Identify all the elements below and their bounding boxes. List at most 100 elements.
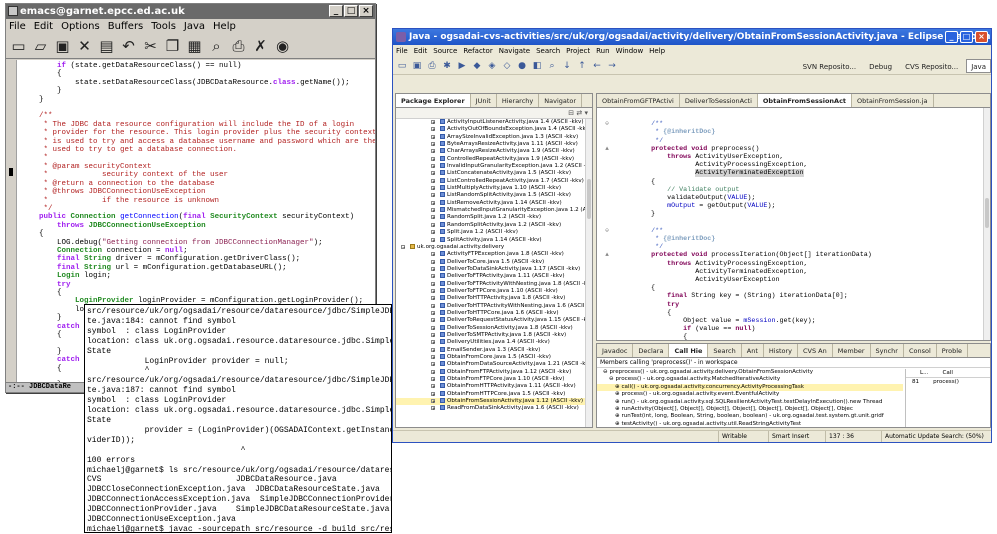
save-icon[interactable]: ▣ bbox=[411, 60, 423, 72]
expand-toggle-icon[interactable]: + bbox=[431, 156, 435, 161]
tree-item[interactable]: + ActivityInputListenerActivity.java 1.4 … bbox=[396, 119, 592, 126]
tree-item[interactable]: + EmailSender.java 1.3 (ASCII -kkv) bbox=[396, 346, 592, 354]
call-hierarchy-item[interactable]: ⊖ process() - uk.org.ogsadai.activity.Ma… bbox=[597, 376, 903, 383]
tree-item[interactable]: + DeliveryUtilities.java 1.4 (ASCII -kkv) bbox=[396, 339, 592, 346]
editor-tab[interactable]: DeliverToSessionActi bbox=[680, 94, 758, 107]
call-hierarchy-item[interactable]: ⊖ preprocess() - uk.org.ogsadai.activity… bbox=[597, 369, 903, 376]
close-buffer-icon[interactable]: ✕ bbox=[75, 37, 94, 56]
tree-item[interactable]: + ObtainFromFTPCore.java 1.10 (ASCII -kkv… bbox=[396, 376, 592, 383]
preferences-icon[interactable]: ✗ bbox=[251, 37, 270, 56]
call-hierarchy-item[interactable]: ⊕ run() - uk.org.ogsadai.activity.sql.SQ… bbox=[597, 399, 903, 406]
collapse-all-icon[interactable]: ⊟ bbox=[568, 109, 574, 117]
new-class-icon[interactable]: ● bbox=[516, 60, 528, 72]
perspective-debug[interactable]: Debug bbox=[864, 59, 897, 73]
editor-tab[interactable]: ObtainFromSession.ja bbox=[852, 94, 934, 107]
expand-toggle-icon[interactable]: + bbox=[431, 237, 435, 242]
call-hierarchy-item[interactable]: ⊕ process() - uk.org.ogsadai.activity.ev… bbox=[597, 391, 903, 398]
expand-toggle-icon[interactable]: + bbox=[431, 362, 435, 367]
tree-item[interactable]: + DeliverToHTTPActivityWithNesting.java 1… bbox=[396, 302, 592, 310]
expand-toggle-icon[interactable]: + bbox=[431, 215, 435, 220]
menu-search[interactable]: Search bbox=[536, 45, 560, 57]
call-hierarchy-item[interactable]: ⊕ runActivity(Object[], Object[], Object… bbox=[597, 406, 903, 413]
expand-toggle-icon[interactable]: + bbox=[431, 252, 435, 257]
expand-toggle-icon[interactable]: + bbox=[431, 149, 435, 154]
editor-scrollbar[interactable] bbox=[983, 108, 990, 340]
tree-item[interactable]: + ActivityOutOfBoundsException.java 1.4 (… bbox=[396, 126, 592, 133]
eclipse-titlebar[interactable]: Java - ogsadai-cvs-activities/src/uk/org… bbox=[393, 29, 991, 45]
expand-toggle-icon[interactable]: + bbox=[431, 208, 435, 213]
menu-run[interactable]: Run bbox=[596, 45, 609, 57]
expand-toggle-icon[interactable]: + bbox=[431, 355, 435, 360]
bottom-tab-member[interactable]: Member bbox=[833, 344, 871, 357]
back-icon[interactable]: ← bbox=[591, 60, 603, 72]
expand-toggle-icon[interactable]: + bbox=[431, 406, 435, 411]
maximize-button[interactable]: □ bbox=[344, 5, 358, 17]
tab-package-explorer[interactable]: Package Explorer bbox=[396, 94, 471, 107]
expand-toggle-icon[interactable]: + bbox=[431, 384, 435, 389]
expand-toggle-icon[interactable]: + bbox=[431, 369, 435, 374]
tree-item[interactable]: + ByteArraysResizeActivity.java 1.11 (ASC… bbox=[396, 141, 592, 148]
expand-toggle-icon[interactable]: + bbox=[431, 318, 435, 323]
tree-item[interactable]: + ArraySizeInvalidException.java 1.3 (ASC… bbox=[396, 133, 592, 141]
minimize-button[interactable]: _ bbox=[329, 5, 343, 17]
expand-toggle-icon[interactable]: + bbox=[431, 340, 435, 345]
tree-item[interactable]: + ActivityFTPException.java 1.8 (ASCII -k… bbox=[396, 251, 592, 258]
copy-icon[interactable]: ❐ bbox=[163, 37, 182, 56]
perspective-svn[interactable]: SVN Reposito... bbox=[798, 59, 861, 73]
call-hierarchy-item[interactable]: ⊕ call() - uk.org.ogsadai.activity.concu… bbox=[597, 383, 903, 392]
menu-file[interactable]: File bbox=[9, 19, 26, 34]
bottom-tab-ant[interactable]: Ant bbox=[742, 344, 764, 357]
new-java-project-icon[interactable]: ◈ bbox=[486, 60, 498, 72]
tree-item[interactable]: + DeliverToSMTPActivity.java 1.8 (ASCII -… bbox=[396, 331, 592, 339]
tree-item[interactable]: + ListMultiplyActivity.java 1.10 (ASCII -… bbox=[396, 185, 592, 192]
menu-edit[interactable]: Edit bbox=[414, 45, 428, 57]
tree-item[interactable]: + DeliverToCore.java 1.5 (ASCII -kkv) bbox=[396, 258, 592, 266]
print-icon[interactable]: ⎙ bbox=[426, 60, 438, 72]
expand-toggle-icon[interactable]: + bbox=[431, 325, 435, 330]
search-icon[interactable]: ⌕ bbox=[207, 37, 226, 56]
override-marker-icon[interactable]: ▲ bbox=[601, 251, 613, 259]
expand-toggle-icon[interactable]: + bbox=[431, 164, 435, 169]
menu-source[interactable]: Source bbox=[433, 45, 457, 57]
menu-help[interactable]: Help bbox=[213, 19, 236, 34]
expand-toggle-icon[interactable]: + bbox=[431, 347, 435, 352]
debug-icon[interactable]: ✱ bbox=[441, 60, 453, 72]
bottom-tab-search[interactable]: Search bbox=[708, 344, 742, 357]
view-menu-icon[interactable]: ▾ bbox=[584, 109, 588, 117]
tree-item[interactable]: + ListConcatenateActivity.java 1.5 (ASCII… bbox=[396, 170, 592, 177]
tree-item[interactable]: + InvalidInputGranularityException.java 1… bbox=[396, 163, 592, 170]
tree-item[interactable]: + DeliverToHTTPCore.java 1.6 (ASCII -kkv) bbox=[396, 309, 592, 317]
expand-toggle-icon[interactable]: + bbox=[431, 171, 435, 176]
menu-file[interactable]: File bbox=[396, 45, 408, 57]
expand-toggle-icon[interactable]: − bbox=[401, 244, 405, 249]
tree-item[interactable]: + ObtainFromDataSourceActivity.java 1.21 … bbox=[396, 361, 592, 368]
tree-item[interactable]: + RandomSplitActivity.java 1.2 (ASCII -kk… bbox=[396, 221, 592, 229]
menu-edit[interactable]: Edit bbox=[34, 19, 53, 34]
open-folder-icon[interactable]: ▱ bbox=[31, 37, 50, 56]
expand-toggle-icon[interactable]: + bbox=[431, 391, 435, 396]
prev-annotation-icon[interactable]: ↑ bbox=[576, 60, 588, 72]
search-icon[interactable]: ⌕ bbox=[546, 60, 558, 72]
fold-icon[interactable]: ⊖ bbox=[601, 227, 613, 235]
perspective-cvs[interactable]: CVS Reposito... bbox=[900, 59, 963, 73]
override-marker-icon[interactable]: ▲ bbox=[601, 145, 613, 153]
editor-tab[interactable]: ObtainFromGFTPActivi bbox=[597, 94, 680, 107]
new-file-icon[interactable]: ▭ bbox=[9, 37, 28, 56]
save-as-icon[interactable]: ▤ bbox=[97, 37, 116, 56]
expand-toggle-icon[interactable]: + bbox=[431, 259, 435, 264]
expand-toggle-icon[interactable]: + bbox=[431, 303, 435, 308]
bottom-tab-synchr[interactable]: Synchr bbox=[871, 344, 904, 357]
java-code[interactable]: ⊖ /** * {@inheritDoc} */▲ protected void… bbox=[597, 108, 990, 340]
expand-toggle-icon[interactable]: + bbox=[431, 288, 435, 293]
expand-toggle-icon[interactable]: + bbox=[431, 266, 435, 271]
tree-item[interactable]: + ListControlledRepeatActivity.java 1.7 (… bbox=[396, 177, 592, 185]
menu-tools[interactable]: Tools bbox=[151, 19, 176, 34]
expand-toggle-icon[interactable]: + bbox=[431, 310, 435, 315]
menu-buffers[interactable]: Buffers bbox=[108, 19, 144, 34]
call-method[interactable]: process() bbox=[933, 378, 959, 387]
tree-item[interactable]: + CharArraysResizeActivity.java 1.9 (ASCI… bbox=[396, 148, 592, 155]
expand-toggle-icon[interactable]: + bbox=[431, 281, 435, 286]
bottom-tab-history[interactable]: History bbox=[764, 344, 798, 357]
expand-toggle-icon[interactable]: + bbox=[431, 186, 435, 191]
fold-icon[interactable]: ⊖ bbox=[601, 120, 613, 128]
